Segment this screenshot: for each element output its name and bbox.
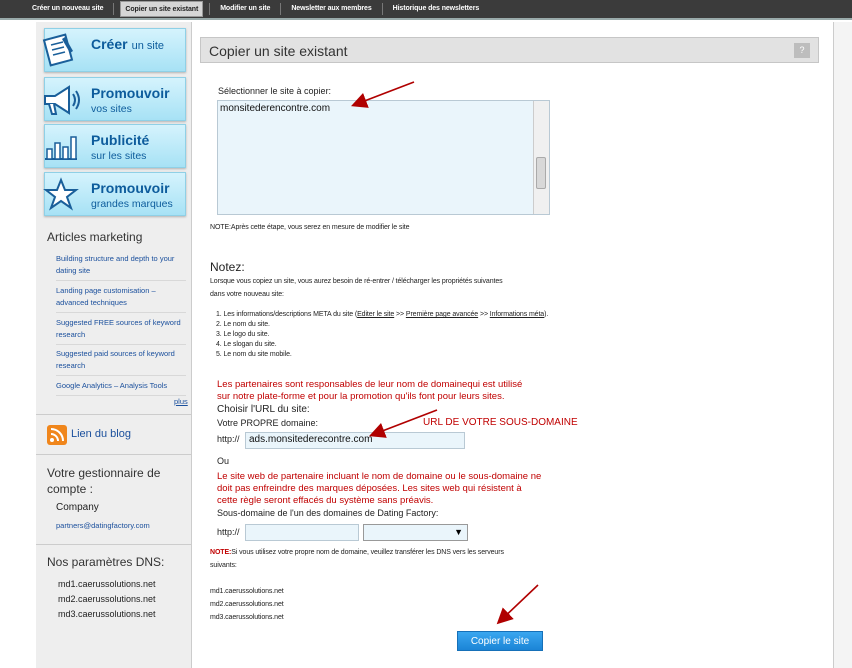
- tab-copy-site[interactable]: Copier un site existant: [120, 1, 204, 17]
- divider: [36, 544, 192, 545]
- left-gutter: [0, 22, 36, 668]
- article-link[interactable]: Landing page customisation – advanced te…: [56, 285, 186, 313]
- chart-icon: [39, 129, 83, 165]
- megaphone-icon: [39, 82, 83, 118]
- article-link[interactable]: Suggested paid sources of keyword resear…: [56, 348, 186, 376]
- divider: [36, 454, 192, 455]
- promote-subtitle: vos sites: [91, 103, 132, 115]
- article-link[interactable]: Google Analytics – Analysis Tools: [56, 380, 186, 396]
- annotation-arrows: [351, 81, 539, 625]
- account-manager-heading: Votre gestionnaire de compte :: [47, 466, 161, 496]
- promote-brands-button[interactable]: Promouvoir grandes marques: [43, 172, 186, 216]
- dns-server: md2.caerussolutions.net: [58, 594, 156, 604]
- create-site-button[interactable]: Créer un site: [42, 28, 186, 72]
- advertising-subtitle: sur les sites: [91, 150, 147, 162]
- tab-separator: [381, 3, 383, 15]
- document-icon: [39, 33, 83, 69]
- promote-sites-button[interactable]: Promouvoir vos sites: [44, 77, 186, 121]
- dns-server: md3.caerussolutions.net: [58, 609, 156, 619]
- create-site-title: Créer un site: [91, 36, 165, 52]
- promote-title: Promouvoir: [91, 85, 170, 101]
- tab-newsletter-history[interactable]: Historique des newsletters: [389, 1, 483, 17]
- brands-subtitle: grandes marques: [91, 198, 173, 210]
- blog-link[interactable]: Lien du blog: [71, 428, 131, 440]
- arrow-to-domain-input: [369, 409, 438, 438]
- account-manager-name: Company: [56, 502, 99, 513]
- tab-edit-site[interactable]: Modifier un site: [216, 1, 274, 17]
- tab-separator: [209, 3, 211, 15]
- advertising-title: Publicité: [91, 132, 150, 148]
- divider: [36, 414, 192, 415]
- dns-server: md1.caerussolutions.net: [58, 579, 156, 589]
- dns-heading: Nos paramètres DNS:: [47, 555, 165, 569]
- sidebar: Créer un site Promouvoir vos sites Public…: [36, 22, 192, 668]
- star-icon: [39, 177, 83, 213]
- main-panel: Copier un site existant ? Sélectionner l…: [192, 22, 833, 668]
- arrow-to-site-list: [351, 81, 415, 108]
- rss-icon[interactable]: [47, 425, 67, 445]
- article-link[interactable]: Suggested FREE sources of keyword resear…: [56, 317, 186, 345]
- brands-title: Promouvoir: [91, 180, 170, 196]
- page-scrollbar[interactable]: [833, 22, 852, 668]
- article-link[interactable]: Building structure and depth to your dat…: [56, 253, 186, 281]
- top-nav: Créer un nouveau site Copier un site exi…: [0, 0, 852, 20]
- arrow-to-copy-button: [496, 584, 539, 625]
- account-manager-email[interactable]: partners@datingfactory.com: [56, 521, 150, 530]
- articles-heading: Articles marketing: [47, 230, 143, 244]
- more-articles-link[interactable]: plus: [174, 397, 188, 406]
- advertising-button[interactable]: Publicité sur les sites: [44, 124, 186, 168]
- tab-separator: [113, 3, 115, 15]
- tab-create-site[interactable]: Créer un nouveau site: [28, 1, 107, 17]
- tab-newsletter[interactable]: Newsletter aux membres: [287, 1, 375, 17]
- tab-separator: [280, 3, 282, 15]
